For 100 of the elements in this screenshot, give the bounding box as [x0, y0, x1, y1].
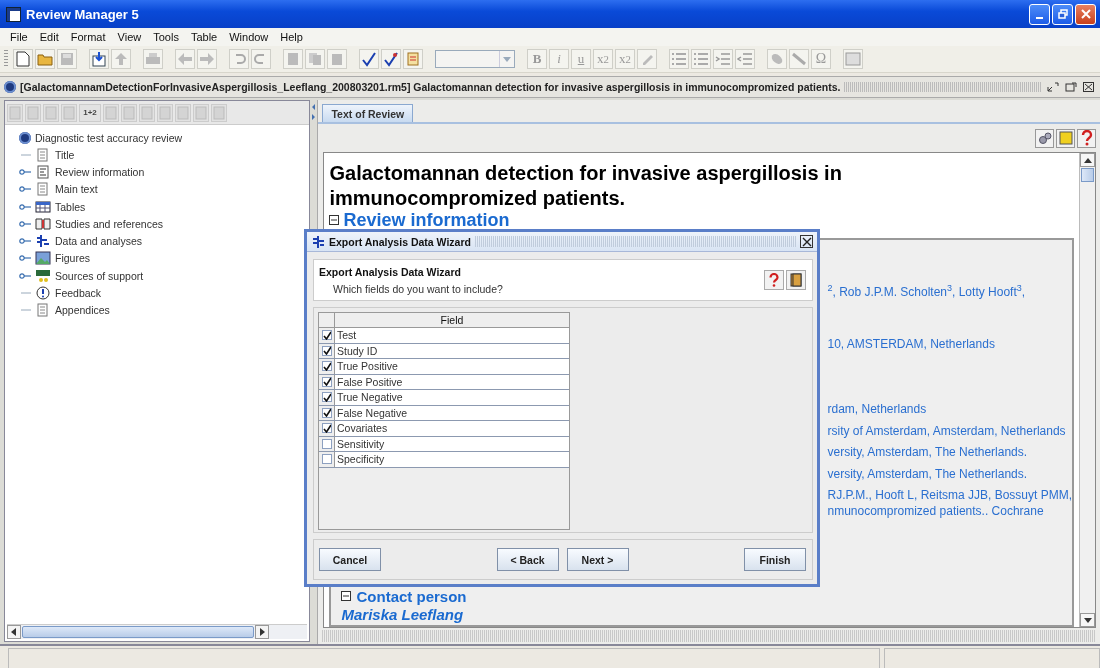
- menu-item[interactable]: Table: [184, 31, 224, 43]
- undo-icon[interactable]: [229, 49, 249, 69]
- tree-item[interactable]: Data and analyses: [55, 235, 142, 248]
- menu-item[interactable]: Help: [274, 31, 309, 43]
- expand-handle-icon[interactable]: [19, 219, 31, 228]
- menu-item[interactable]: Window: [223, 31, 275, 43]
- menu-item[interactable]: Format: [64, 31, 112, 43]
- checkbox[interactable]: [321, 423, 332, 434]
- note-icon[interactable]: [1056, 128, 1075, 148]
- column-header[interactable]: Field: [335, 313, 569, 327]
- up-arrow-icon[interactable]: [1083, 157, 1092, 163]
- expand-handle-icon[interactable]: [19, 237, 31, 246]
- scrollbar-thumb[interactable]: [1081, 168, 1094, 182]
- form-icon: [35, 164, 51, 179]
- book-button[interactable]: [786, 270, 806, 290]
- tree-item[interactable]: Review information: [55, 165, 145, 178]
- renumber-button[interactable]: 1+2: [79, 103, 101, 122]
- menu-item[interactable]: Edit: [33, 31, 65, 43]
- checkbox[interactable]: [321, 330, 332, 341]
- save-icon[interactable]: [57, 49, 77, 69]
- tree-item[interactable]: Appendices: [55, 304, 110, 317]
- expand-handle-icon[interactable]: [19, 254, 31, 263]
- panel-icon[interactable]: [843, 49, 863, 69]
- new-file-icon[interactable]: [13, 49, 33, 69]
- checkbox[interactable]: [321, 454, 332, 465]
- close-icon[interactable]: [1082, 80, 1096, 94]
- text-line: $^{2}$, Rob J.P.M. Scholten$^{3}$, Lotty Hooft$^{3}$,: [827, 284, 1027, 300]
- tree-item[interactable]: Studies and references: [55, 217, 163, 230]
- review-icon: [4, 81, 16, 93]
- expand-handle-icon[interactable]: [19, 271, 31, 280]
- section-heading[interactable]: Contact person: [356, 587, 467, 605]
- document-icon: [35, 147, 51, 162]
- minimize-button[interactable]: [1029, 3, 1050, 25]
- restore-icon: [1057, 9, 1068, 19]
- vertical-scrollbar[interactable]: [1079, 153, 1095, 627]
- checkbox[interactable]: [321, 345, 332, 356]
- checkbox[interactable]: [321, 438, 332, 449]
- table-cell-text: Test: [336, 328, 357, 343]
- highlight-icon[interactable]: [637, 49, 657, 69]
- print-icon[interactable]: [143, 49, 163, 69]
- expand-handle-icon[interactable]: [19, 185, 31, 194]
- open-folder-icon[interactable]: [35, 49, 55, 69]
- collapse-icon[interactable]: [329, 215, 340, 225]
- next-button[interactable]: Next >: [566, 548, 629, 571]
- tree-item[interactable]: Diagnostic test accuracy review: [35, 131, 183, 144]
- tree-item[interactable]: Title: [55, 148, 75, 161]
- table-cell-text: True Negative: [336, 390, 403, 405]
- table-cell-text: Study ID: [336, 343, 378, 358]
- right-arrow-icon[interactable]: [259, 628, 265, 636]
- dialog-title: Export Analysis Data Wizard: [329, 235, 471, 248]
- maximize-icon[interactable]: [1064, 80, 1078, 94]
- tree-item[interactable]: Sources of support: [55, 269, 144, 282]
- text-line: nmunocompromized patients.. Cochrane: [827, 503, 1045, 519]
- checkbox[interactable]: [321, 407, 332, 418]
- help-button[interactable]: [764, 270, 784, 290]
- restore-button[interactable]: [1052, 3, 1073, 25]
- close-button[interactable]: [800, 235, 813, 248]
- expand-handle-icon[interactable]: [19, 202, 31, 211]
- outdent-icon[interactable]: [735, 49, 755, 69]
- checkbox[interactable]: [321, 361, 332, 372]
- indent-icon[interactable]: [713, 49, 733, 69]
- checkbox[interactable]: [321, 376, 332, 387]
- style-dropdown[interactable]: [435, 50, 515, 68]
- cancel-button[interactable]: Cancel: [319, 548, 381, 571]
- tree-item[interactable]: Feedback: [55, 287, 102, 299]
- spell-check-icon[interactable]: [381, 49, 401, 69]
- tree-item[interactable]: Tables: [55, 200, 86, 213]
- section-heading[interactable]: Review information: [343, 210, 510, 230]
- checkbox[interactable]: [321, 392, 332, 403]
- bulleted-list-icon[interactable]: [669, 49, 689, 69]
- redo-icon[interactable]: [251, 49, 271, 69]
- down-arrow-icon[interactable]: [1083, 617, 1092, 623]
- document-title: [GalactomannamDetectionForInvasiveAspergillosis_Leeflang_200803201.rm5] Galactomannan detection for invasive aspergillosis in immunocompromized patients.: [20, 81, 841, 93]
- gears-icon[interactable]: [1035, 128, 1054, 148]
- contact-name[interactable]: Mariska Leeflang: [341, 606, 464, 624]
- close-icon: [1080, 9, 1091, 19]
- expand-handle-icon[interactable]: [19, 167, 31, 176]
- collapse-icon[interactable]: [341, 591, 352, 601]
- tab[interactable]: Text of Review: [322, 104, 414, 122]
- book-icon: [790, 273, 802, 287]
- left-arrow-icon[interactable]: [11, 628, 17, 636]
- numbered-list-icon[interactable]: [691, 49, 711, 69]
- caret-icon: [503, 56, 511, 62]
- menu-item[interactable]: Tools: [147, 31, 185, 43]
- import-icon[interactable]: [89, 49, 109, 69]
- horizontal-scrollbar[interactable]: [7, 624, 307, 639]
- copy-icon[interactable]: [305, 49, 325, 69]
- back-button[interactable]: < Back: [496, 548, 559, 571]
- menu-item[interactable]: View: [111, 31, 148, 43]
- scrollbar-thumb[interactable]: [22, 626, 254, 638]
- pages-icon: [35, 303, 51, 318]
- undock-icon[interactable]: [1046, 80, 1060, 94]
- menu-item[interactable]: File: [4, 31, 34, 43]
- minimize-icon: [1036, 17, 1043, 19]
- tree-diagram-icon: [35, 234, 51, 249]
- help-icon[interactable]: [1077, 128, 1096, 148]
- finish-button[interactable]: Finish: [744, 548, 806, 571]
- spell-check-icon[interactable]: [359, 49, 379, 69]
- tree-item[interactable]: Figures: [55, 252, 90, 265]
- tree-item[interactable]: Main text: [55, 183, 98, 196]
